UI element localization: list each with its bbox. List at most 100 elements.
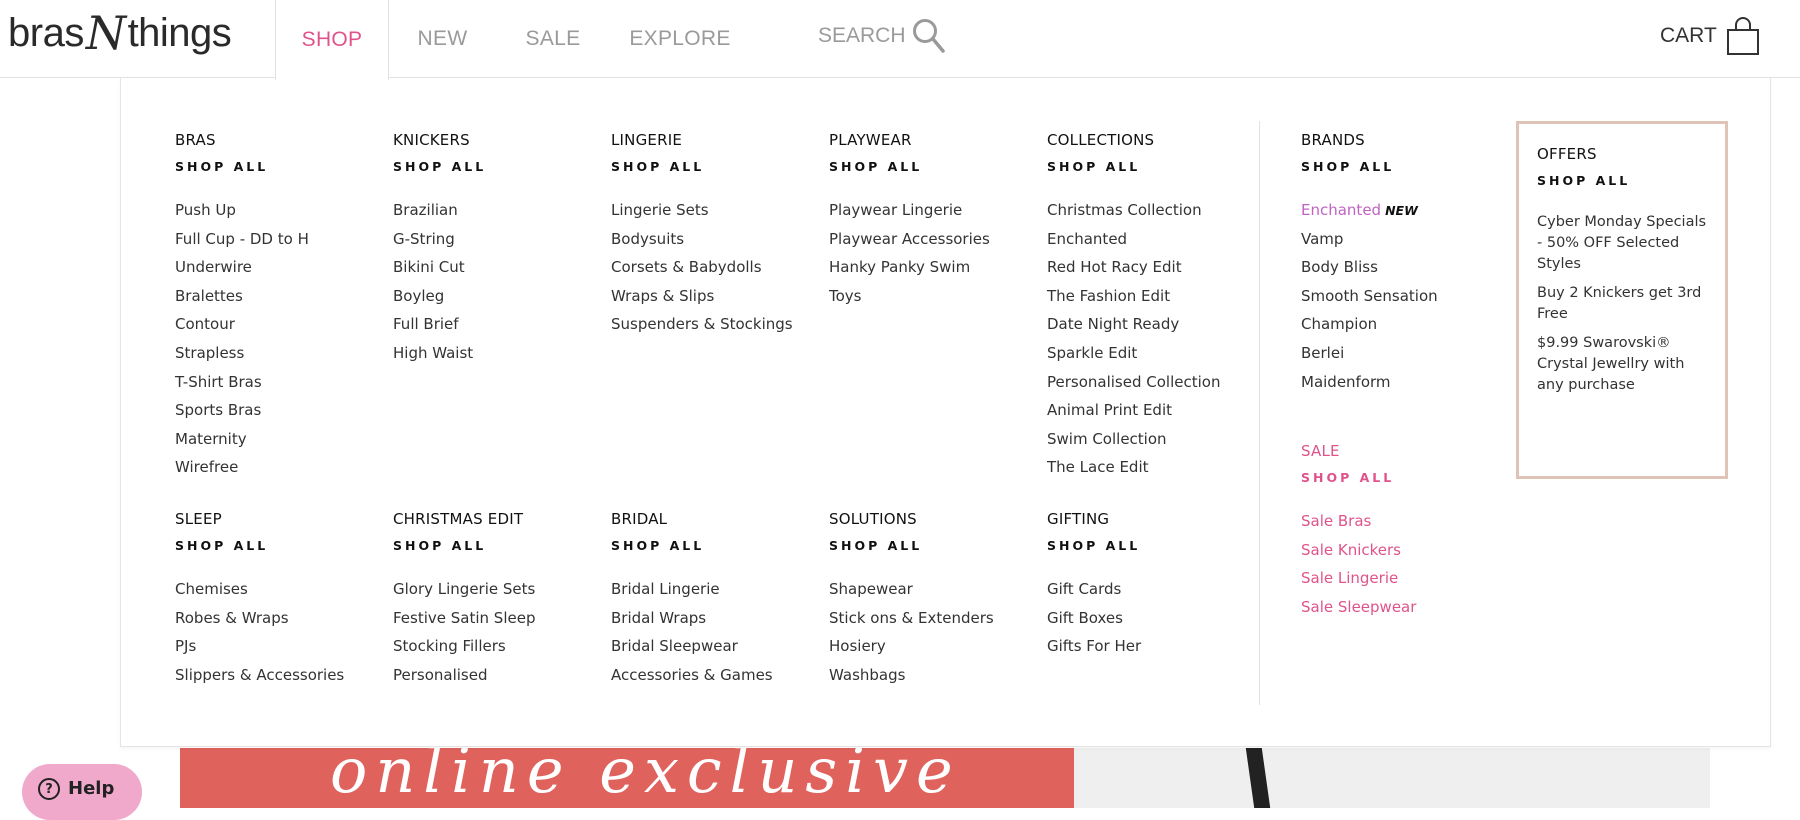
brand-link[interactable]: Berlei — [1301, 339, 1501, 368]
shop-all-brands[interactable]: SHOP ALL — [1301, 156, 1501, 178]
menu-link[interactable]: Slippers & Accessories — [175, 661, 375, 690]
offer-item[interactable]: Buy 2 Knickers get 3rd Free — [1537, 283, 1707, 325]
nav-shop[interactable]: SHOP — [275, 0, 389, 80]
menu-link[interactable]: Push Up — [175, 196, 375, 225]
menu-link[interactable]: Bridal Wraps — [611, 604, 811, 633]
category-title-brands[interactable]: BRANDS — [1301, 129, 1501, 151]
menu-link[interactable]: Stocking Fillers — [393, 632, 593, 661]
menu-link[interactable]: G-String — [393, 225, 593, 254]
menu-link[interactable]: Date Night Ready — [1047, 310, 1247, 339]
menu-link[interactable]: Hanky Panky Swim — [829, 253, 1029, 282]
category-title-sale[interactable]: SALE — [1301, 440, 1501, 462]
menu-link[interactable]: Hosiery — [829, 632, 1029, 661]
offer-item[interactable]: Cyber Monday Specials - 50% OFF Selected… — [1537, 212, 1707, 275]
sale-link[interactable]: Sale Bras — [1301, 507, 1501, 536]
menu-link[interactable]: Bikini Cut — [393, 253, 593, 282]
menu-link[interactable]: Shapewear — [829, 575, 1029, 604]
menu-link[interactable]: Washbags — [829, 661, 1029, 690]
category-title-offers[interactable]: OFFERS — [1537, 143, 1707, 165]
category-title-sleep[interactable]: SLEEP — [175, 508, 375, 530]
menu-link[interactable]: Full Cup - DD to H — [175, 225, 375, 254]
shop-all-collections[interactable]: SHOP ALL — [1047, 156, 1247, 178]
brand-link[interactable]: Vamp — [1301, 225, 1501, 254]
brand-link[interactable]: Body Bliss — [1301, 253, 1501, 282]
search-button[interactable]: SEARCH — [818, 0, 946, 72]
brand-link[interactable]: Champion — [1301, 310, 1501, 339]
menu-link[interactable]: T-Shirt Bras — [175, 368, 375, 397]
menu-link[interactable]: Brazilian — [393, 196, 593, 225]
menu-link[interactable]: Gift Cards — [1047, 575, 1247, 604]
category-title-lingerie[interactable]: LINGERIE — [611, 129, 811, 151]
shop-all-playwear[interactable]: SHOP ALL — [829, 156, 1029, 178]
menu-link[interactable]: Corsets & Babydolls — [611, 253, 811, 282]
menu-link[interactable]: High Waist — [393, 339, 593, 368]
shop-all-christmas-edit[interactable]: SHOP ALL — [393, 535, 593, 557]
menu-link[interactable]: Sparkle Edit — [1047, 339, 1247, 368]
menu-link[interactable]: The Fashion Edit — [1047, 282, 1247, 311]
menu-link[interactable]: Personalised Collection — [1047, 368, 1247, 397]
menu-link[interactable]: Toys — [829, 282, 1029, 311]
menu-link[interactable]: Enchanted — [1047, 225, 1247, 254]
sale-link[interactable]: Sale Lingerie — [1301, 564, 1501, 593]
category-title-knickers[interactable]: KNICKERS — [393, 129, 593, 151]
nav-sale[interactable]: SALE — [520, 0, 586, 78]
menu-link[interactable]: Festive Satin Sleep — [393, 604, 593, 633]
menu-link[interactable]: Sports Bras — [175, 396, 375, 425]
category-title-christmas-edit[interactable]: CHRISTMAS EDIT — [393, 508, 593, 530]
brand-link[interactable]: Maidenform — [1301, 368, 1501, 397]
category-title-bras[interactable]: BRAS — [175, 129, 375, 151]
menu-link[interactable]: Animal Print Edit — [1047, 396, 1247, 425]
brand-link[interactable]: Smooth Sensation — [1301, 282, 1501, 311]
menu-link[interactable]: Bridal Lingerie — [611, 575, 811, 604]
menu-link[interactable]: The Lace Edit — [1047, 453, 1247, 482]
category-title-gifting[interactable]: GIFTING — [1047, 508, 1247, 530]
menu-link[interactable]: Lingerie Sets — [611, 196, 811, 225]
menu-link[interactable]: Glory Lingerie Sets — [393, 575, 593, 604]
shop-all-offers[interactable]: SHOP ALL — [1537, 170, 1707, 192]
menu-link[interactable]: Playwear Accessories — [829, 225, 1029, 254]
shop-all-lingerie[interactable]: SHOP ALL — [611, 156, 811, 178]
menu-link[interactable]: Playwear Lingerie — [829, 196, 1029, 225]
menu-link[interactable]: Strapless — [175, 339, 375, 368]
shop-all-sleep[interactable]: SHOP ALL — [175, 535, 375, 557]
menu-link[interactable]: Boyleg — [393, 282, 593, 311]
offer-item[interactable]: $9.99 Swarovski® Crystal Jewellry with a… — [1537, 333, 1707, 396]
menu-link[interactable]: PJs — [175, 632, 375, 661]
cart-button[interactable]: CART — [1660, 0, 1763, 72]
menu-link[interactable]: Swim Collection — [1047, 425, 1247, 454]
menu-link[interactable]: Bridal Sleepwear — [611, 632, 811, 661]
menu-link[interactable]: Gifts For Her — [1047, 632, 1247, 661]
menu-link[interactable]: Personalised — [393, 661, 593, 690]
menu-link[interactable]: Maternity — [175, 425, 375, 454]
menu-link[interactable]: Red Hot Racy Edit — [1047, 253, 1247, 282]
sale-link[interactable]: Sale Knickers — [1301, 536, 1501, 565]
category-title-collections[interactable]: COLLECTIONS — [1047, 129, 1247, 151]
menu-link[interactable]: Robes & Wraps — [175, 604, 375, 633]
shop-all-gifting[interactable]: SHOP ALL — [1047, 535, 1247, 557]
menu-link[interactable]: Underwire — [175, 253, 375, 282]
menu-link[interactable]: Accessories & Games — [611, 661, 811, 690]
menu-link[interactable]: Contour — [175, 310, 375, 339]
menu-link[interactable]: Bodysuits — [611, 225, 811, 254]
menu-link[interactable]: Chemises — [175, 575, 375, 604]
menu-link[interactable]: Bralettes — [175, 282, 375, 311]
category-title-solutions[interactable]: SOLUTIONS — [829, 508, 1029, 530]
site-logo[interactable]: bras Nthings — [8, 6, 232, 60]
nav-explore[interactable]: EXPLORE — [629, 0, 730, 78]
menu-link[interactable]: Wirefree — [175, 453, 375, 482]
nav-new[interactable]: NEW — [405, 0, 480, 78]
shop-all-sale[interactable]: SHOP ALL — [1301, 467, 1501, 489]
category-title-bridal[interactable]: BRIDAL — [611, 508, 811, 530]
menu-link[interactable]: Suspenders & Stockings — [611, 310, 811, 339]
shop-all-bridal[interactable]: SHOP ALL — [611, 535, 811, 557]
brand-link-enchanted[interactable]: Enchanted NEW — [1301, 196, 1501, 225]
menu-link[interactable]: Stick ons & Extenders — [829, 604, 1029, 633]
category-title-playwear[interactable]: PLAYWEAR — [829, 129, 1029, 151]
shop-all-bras[interactable]: SHOP ALL — [175, 156, 375, 178]
sale-link[interactable]: Sale Sleepwear — [1301, 593, 1501, 622]
shop-all-knickers[interactable]: SHOP ALL — [393, 156, 593, 178]
menu-link[interactable]: Full Brief — [393, 310, 593, 339]
shop-all-solutions[interactable]: SHOP ALL — [829, 535, 1029, 557]
menu-link[interactable]: Christmas Collection — [1047, 196, 1247, 225]
menu-link[interactable]: Wraps & Slips — [611, 282, 811, 311]
